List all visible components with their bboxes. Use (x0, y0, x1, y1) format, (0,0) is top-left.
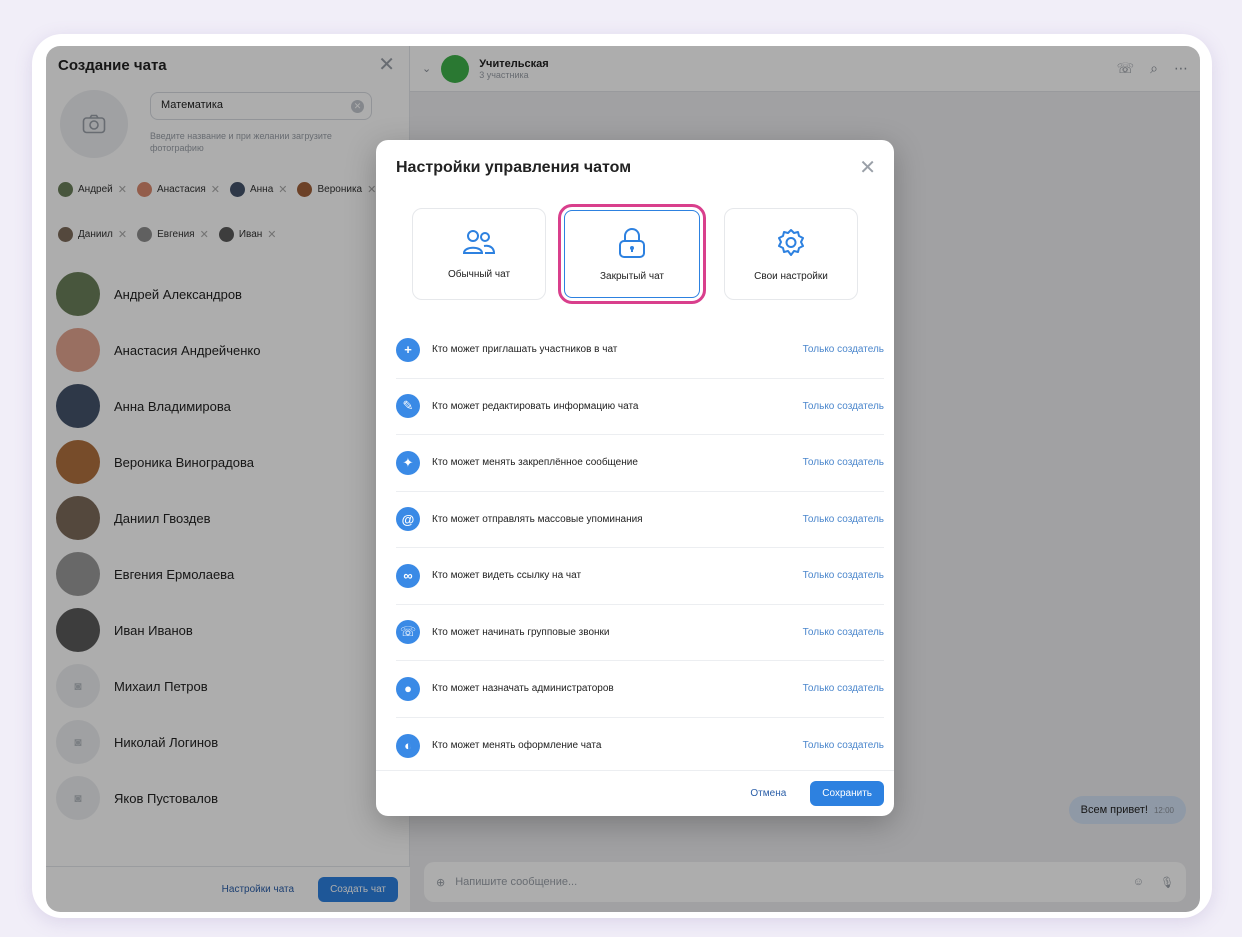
permission-label: Кто может назначать администраторов (432, 683, 614, 695)
gear-icon (778, 228, 804, 256)
permission-value-link[interactable]: Только создатель (803, 740, 884, 751)
mode-label: Обычный чат (447, 268, 511, 280)
permission-value-link[interactable]: Только создатель (803, 457, 884, 468)
permission-value-link[interactable]: Только создатель (803, 570, 884, 581)
pin-icon: ✦ (396, 450, 420, 475)
permission-label: Кто может отправлять массовые упоминания (432, 513, 643, 525)
permission-label: Кто может приглашать участников в чат (432, 344, 618, 356)
link-icon: ∞ (396, 563, 420, 588)
dialog-header: Настройки управления чатом ✕ (376, 140, 894, 196)
plus-icon: + (396, 337, 420, 362)
users-icon (462, 229, 496, 254)
dialog-title: Настройки управления чатом (396, 159, 632, 176)
at-icon: @ (396, 507, 420, 532)
lock-icon (619, 227, 645, 258)
permission-row: ☏ Кто может начинать групповые звонки Толь… (396, 605, 884, 661)
mode-regular-chat[interactable]: Обычный чат (412, 208, 546, 300)
permission-row: ✦ Кто может менять закреплённое сообщение… (396, 435, 884, 492)
close-dialog-icon[interactable]: ✕ (859, 158, 876, 178)
permission-value-link[interactable]: Только создатель (803, 683, 884, 694)
phone-icon: ☏ (396, 620, 420, 645)
pencil-icon: ✎ (396, 394, 420, 419)
mode-label: Свои настройки (754, 270, 828, 282)
cancel-button[interactable]: Отмена (750, 788, 786, 799)
closed-chat-card: Закрытый чат (564, 210, 700, 298)
permission-row: ◐ Кто может менять оформление чата Только … (396, 718, 884, 775)
permission-value-link[interactable]: Только создатель (803, 627, 884, 638)
permission-row: @ Кто может отправлять массовые упоминани… (396, 492, 884, 548)
permission-row: ∞ Кто может видеть ссылку на чат Только со… (396, 548, 884, 605)
mode-label: Закрытый чат (600, 270, 664, 282)
permission-row: + Кто может приглашать участников в чат То… (396, 322, 884, 379)
permission-label: Кто может менять закреплённое сообщение (432, 457, 638, 469)
permission-row: ● Кто может назначать администраторов Толь… (396, 661, 884, 718)
mode-closed-chat[interactable]: Закрытый чат (558, 204, 706, 304)
permission-row: ✎ Кто может редактировать информацию чата… (396, 379, 884, 435)
chat-mode-selector: Обычный чат Закрытый чат Свои настройки (376, 196, 894, 322)
permission-value-link[interactable]: Только создатель (803, 401, 884, 412)
palette-icon: ◐ (396, 733, 420, 758)
dialog-footer: Отмена Сохранить (376, 770, 894, 816)
permission-list: + Кто может приглашать участников в чат То… (376, 322, 894, 774)
permission-label: Кто может редактировать информацию чата (432, 400, 639, 412)
mode-custom-settings[interactable]: Свои настройки (724, 208, 858, 300)
chat-management-settings-dialog: Настройки управления чатом ✕ Обычный чат… (376, 140, 894, 816)
permission-value-link[interactable]: Только создатель (803, 514, 884, 525)
user-icon: ● (396, 676, 420, 701)
permission-label: Кто может менять оформление чата (432, 740, 602, 752)
save-button[interactable]: Сохранить (810, 781, 884, 806)
permission-label: Кто может начинать групповые звонки (432, 626, 610, 638)
permission-value-link[interactable]: Только создатель (803, 344, 884, 355)
permission-label: Кто может видеть ссылку на чат (432, 570, 582, 582)
